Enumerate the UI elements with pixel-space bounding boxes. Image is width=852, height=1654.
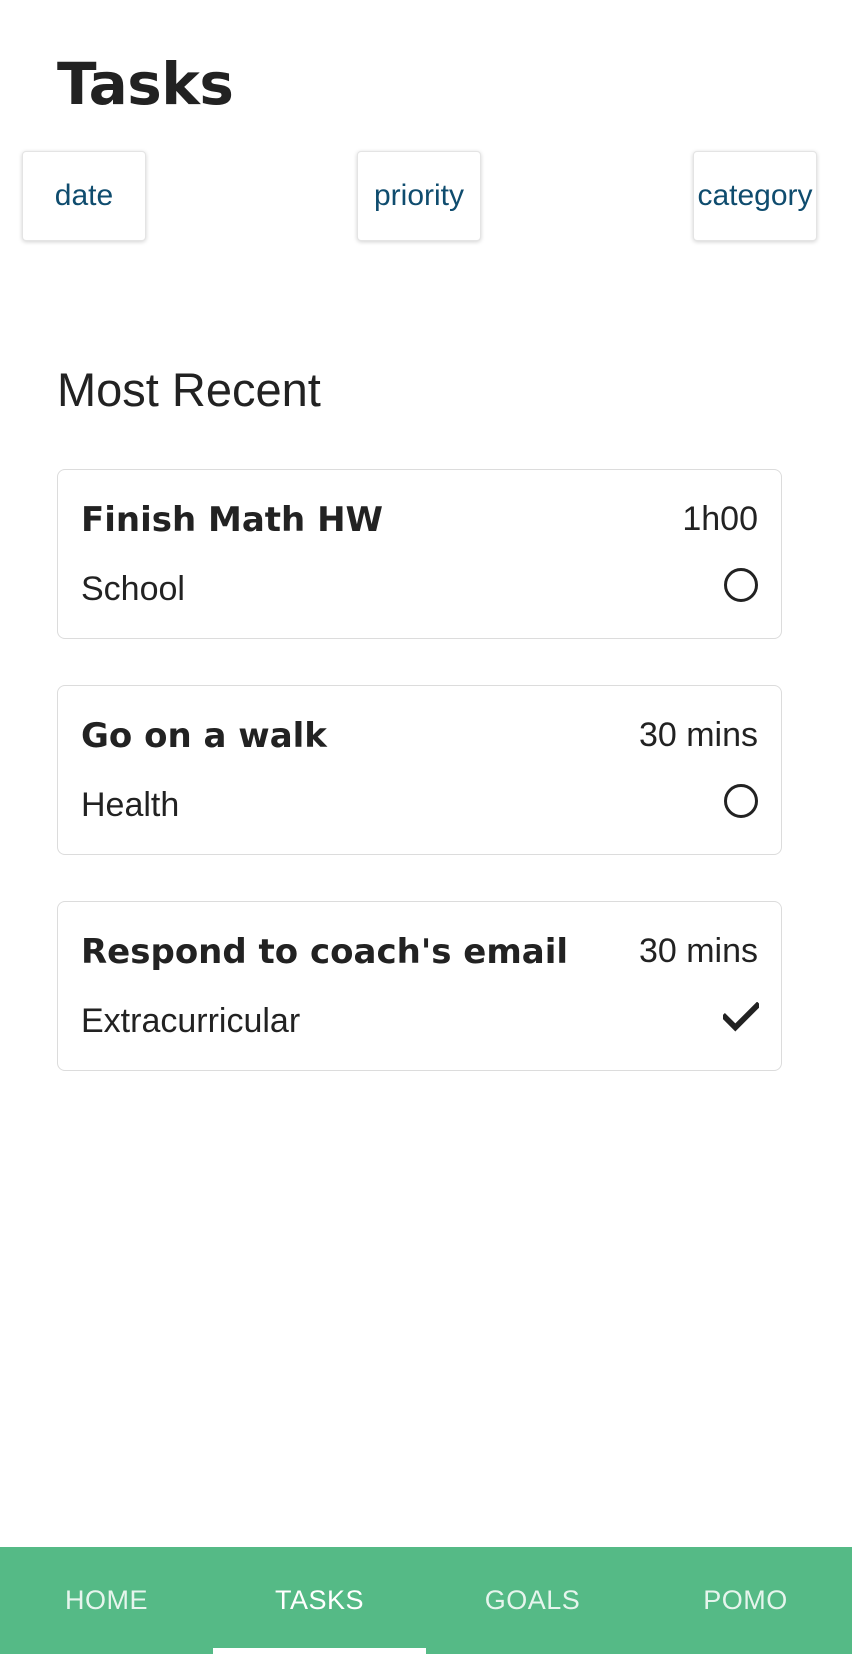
task-name: Respond to coach's email (81, 932, 569, 972)
page-title: Tasks (57, 50, 234, 118)
tasks-screen: Tasks date priority category Most Recent… (0, 0, 852, 1654)
task-category: School (81, 570, 185, 608)
nav-tab-tasks[interactable]: TASKS (213, 1547, 426, 1654)
task-category: Health (81, 786, 180, 824)
task-list: Finish Math HW 1h00 School Go on a walk … (57, 469, 782, 1117)
task-card[interactable]: Finish Math HW 1h00 School (57, 469, 782, 639)
checkmark-icon (723, 1002, 759, 1032)
task-complete-toggle[interactable] (723, 567, 759, 603)
bottom-navigation: HOME TASKS GOALS POMO (0, 1547, 852, 1654)
nav-tab-pomo[interactable]: POMO (639, 1547, 852, 1654)
nav-tab-goals[interactable]: GOALS (426, 1547, 639, 1654)
task-name: Go on a walk (81, 716, 327, 756)
nav-tab-label: HOME (65, 1585, 148, 1615)
task-duration: 30 mins (638, 716, 758, 754)
sort-by-priority-button[interactable]: priority (357, 151, 481, 241)
sort-by-category-button[interactable]: category (693, 151, 817, 241)
active-tab-indicator (213, 1648, 426, 1654)
sort-by-date-button[interactable]: date (22, 151, 146, 241)
task-duration: 1h00 (682, 500, 758, 538)
section-title: Most Recent (57, 363, 321, 416)
task-category: Extracurricular (81, 1002, 301, 1040)
circle-outline-icon (724, 568, 758, 602)
nav-tab-label: GOALS (484, 1585, 581, 1615)
task-complete-toggle[interactable] (723, 999, 759, 1035)
nav-tab-home[interactable]: HOME (0, 1547, 213, 1654)
circle-outline-icon (724, 784, 758, 818)
task-name: Finish Math HW (81, 500, 384, 540)
nav-tab-label: POMO (703, 1585, 788, 1615)
nav-tab-label: TASKS (274, 1585, 365, 1615)
task-card[interactable]: Go on a walk 30 mins Health (57, 685, 782, 855)
task-complete-toggle[interactable] (723, 783, 759, 819)
task-duration: 30 mins (638, 932, 758, 970)
task-card[interactable]: Respond to coach's email 30 mins Extracu… (57, 901, 782, 1071)
